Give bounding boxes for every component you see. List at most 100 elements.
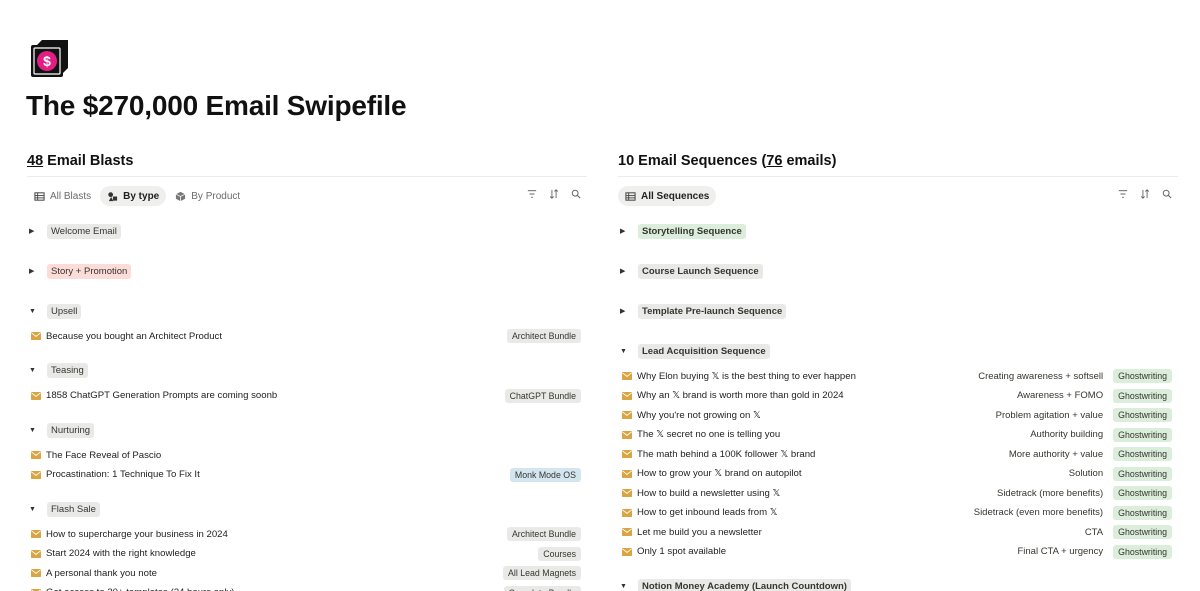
sort-icon[interactable] [1140, 189, 1150, 199]
item-purpose: Problem agitation + value [995, 409, 1104, 421]
page-title: The $270,000 Email Swipefile [26, 90, 407, 121]
item-purpose: CTA [1084, 526, 1104, 538]
group-tag: Course Launch Sequence [638, 263, 763, 279]
item-title[interactable]: The Face Reveal of Pascio [46, 450, 161, 461]
product-badge: Complete Bundle [503, 585, 581, 591]
caret-right-icon[interactable]: ▶ [620, 227, 632, 235]
caret-down-icon[interactable]: ▼ [29, 308, 41, 315]
mail-icon [622, 450, 632, 458]
list-item[interactable]: How to get inbound leads from 𝕏 Sidetrack… [618, 505, 1178, 521]
caret-right-icon[interactable]: ▶ [620, 307, 632, 315]
group-header[interactable]: ▶ Welcome Email [27, 223, 121, 239]
item-title[interactable]: How to build a newsletter using 𝕏 [637, 488, 780, 499]
list-item[interactable]: Let me build you a newsletter CTA Ghostwri… [618, 524, 1178, 540]
group-header[interactable]: ▼ Upsell [27, 303, 82, 319]
list-item[interactable]: Why you're not growing on 𝕏 Problem agita… [618, 407, 1178, 423]
caret-right-icon[interactable]: ▶ [620, 267, 632, 275]
item-title[interactable]: Why you're not growing on 𝕏 [637, 410, 761, 421]
group-header[interactable]: ▶ Template Pre-launch Sequence [618, 303, 787, 319]
shapes-icon [108, 191, 118, 201]
item-title[interactable]: Why an 𝕏 brand is worth more than gold i… [637, 390, 844, 401]
list-item[interactable]: How to build a newsletter using 𝕏 Sidetra… [618, 485, 1178, 501]
list-item[interactable]: Why Elon buying 𝕏 is the best thing to e… [618, 368, 1178, 384]
group-header[interactable]: ▶ Story + Promotion [27, 263, 132, 279]
item-properties: Solution Ghostwriting [1069, 466, 1172, 481]
list-item[interactable]: Why an 𝕏 brand is worth more than gold i… [618, 388, 1178, 404]
group-header[interactable]: ▶ Course Launch Sequence [618, 263, 763, 279]
group-header[interactable]: ▼ Teasing [27, 363, 88, 379]
mail-icon [622, 547, 632, 556]
list-item[interactable]: The math behind a 100K follower 𝕏 brand M… [618, 446, 1178, 462]
item-purpose: More authority + value [1008, 448, 1104, 460]
filter-icon[interactable] [1118, 189, 1128, 199]
caret-down-icon[interactable]: ▼ [620, 583, 632, 590]
item-title[interactable]: Let me build you a newsletter [637, 527, 762, 538]
item-properties: Awareness + FOMO Ghostwriting [1017, 388, 1172, 403]
item-title[interactable]: A personal thank you note [46, 568, 157, 579]
group-header[interactable]: ▼ Flash Sale [27, 501, 100, 517]
caret-right-icon[interactable]: ▶ [29, 267, 41, 275]
item-title[interactable]: The 𝕏 secret no one is telling you [637, 429, 780, 440]
item-title[interactable]: Start 2024 with the right knowledge [46, 548, 196, 559]
search-icon[interactable] [1162, 189, 1172, 199]
item-title[interactable]: Why Elon buying 𝕏 is the best thing to e… [637, 371, 856, 382]
list-item[interactable]: The 𝕏 secret no one is telling you Author… [618, 427, 1178, 443]
sort-icon[interactable] [549, 189, 559, 199]
item-properties: Complete Bundle [503, 585, 581, 591]
item-properties: Problem agitation + value Ghostwriting [996, 408, 1172, 422]
item-title[interactable]: How to get inbound leads from 𝕏 [637, 507, 778, 518]
email-blasts-database: 48 Email Blasts All Blasts By type By Prod… [27, 150, 587, 591]
list-item[interactable]: Procastination: 1 Technique To Fix It Mon… [27, 467, 587, 483]
item-title[interactable]: Only 1 spot available [637, 546, 726, 557]
item-properties: Creating awareness + softsell Ghostwritin… [978, 369, 1172, 383]
item-title[interactable]: 1858 ChatGPT Generation Prompts are comi… [46, 390, 277, 401]
list-item[interactable]: Only 1 spot available Final CTA + urgency… [618, 544, 1178, 560]
mail-icon [31, 569, 41, 577]
product-badge: Monk Mode OS [509, 467, 581, 482]
product-badge: ChatGPT Bundle [504, 388, 581, 403]
group-header[interactable]: ▼ Notion Money Academy (Launch Countdown) [618, 578, 851, 591]
mail-icon [31, 549, 41, 558]
mail-icon [31, 391, 41, 400]
list-item[interactable]: Start 2024 with the right knowledge Cours… [27, 546, 587, 562]
list-item[interactable]: Because you bought an Architect Product A… [27, 328, 587, 344]
item-title[interactable]: Procastination: 1 Technique To Fix It [46, 469, 200, 480]
item-title[interactable]: The math behind a 100K follower 𝕏 brand [637, 449, 815, 460]
group-header[interactable]: ▶ Storytelling Sequence [618, 223, 746, 239]
caret-down-icon[interactable]: ▼ [620, 348, 632, 355]
item-properties: CTA Ghostwriting [1085, 525, 1172, 539]
mail-icon [622, 411, 632, 419]
group-tag: Welcome Email [47, 223, 121, 239]
blast-count: 48 [27, 153, 44, 169]
item-title[interactable]: Get access to 30+ templates (24 hours on… [46, 587, 235, 591]
group-header[interactable]: ▼ Lead Acquisition Sequence [618, 343, 770, 359]
caret-right-icon[interactable]: ▶ [29, 227, 41, 235]
list-item[interactable]: The Face Reveal of Pascio [27, 447, 587, 463]
view-tabs: All Sequences [618, 183, 1178, 209]
caret-down-icon[interactable]: ▼ [29, 506, 41, 513]
caret-down-icon[interactable]: ▼ [29, 427, 41, 434]
item-title[interactable]: Because you bought an Architect Product [46, 331, 222, 342]
list-item[interactable]: A personal thank you note All Lead Magnet… [27, 565, 587, 581]
group-tag: Storytelling Sequence [638, 223, 746, 239]
list-item[interactable]: How to supercharge your business in 2024… [27, 526, 587, 542]
list-item[interactable]: How to grow your 𝕏 brand on autopilot Sol… [618, 466, 1178, 482]
list-item[interactable]: Get access to 30+ templates (24 hours on… [27, 585, 587, 591]
item-title[interactable]: How to grow your 𝕏 brand on autopilot [637, 468, 802, 479]
item-properties: Architect Bundle [506, 329, 581, 343]
view-tab-by-type[interactable]: By type [100, 186, 167, 206]
item-title[interactable]: How to supercharge your business in 2024 [46, 529, 228, 540]
view-tab-all-sequences[interactable]: All Sequences [618, 186, 717, 206]
search-icon[interactable] [571, 189, 581, 199]
database-title[interactable]: 10 Email Sequences (76 emails) [618, 150, 1178, 172]
group-header[interactable]: ▼ Nurturing [27, 422, 95, 438]
product-badge: Ghostwriting [1113, 525, 1172, 539]
filter-icon[interactable] [527, 189, 537, 199]
view-tab-all-blasts[interactable]: All Blasts [27, 186, 98, 206]
database-title-prefix: 10 Email Sequences ( [618, 153, 767, 169]
database-title[interactable]: 48 Email Blasts [27, 150, 587, 172]
list-item[interactable]: 1858 ChatGPT Generation Prompts are comi… [27, 388, 587, 404]
table-icon [625, 191, 636, 201]
view-tab-by-product[interactable]: By Product [168, 186, 247, 206]
caret-down-icon[interactable]: ▼ [29, 367, 41, 374]
